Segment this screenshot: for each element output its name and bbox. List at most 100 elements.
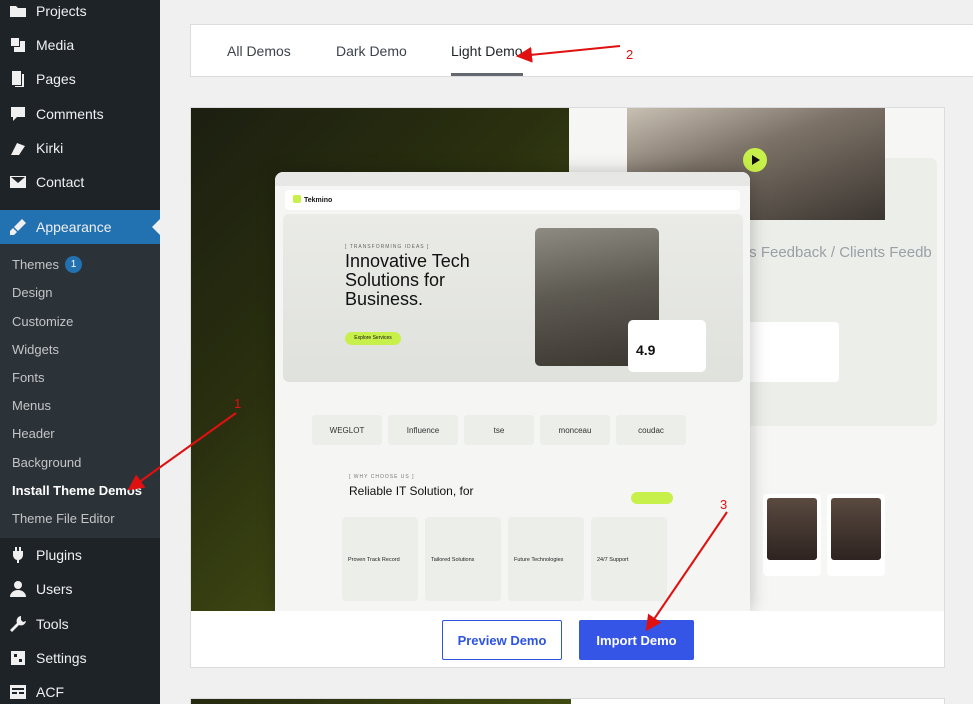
preview-section-eyebrow: [ WHY CHOOSE US ] xyxy=(349,474,415,480)
sidebar-item-label: ACF xyxy=(36,684,64,700)
submenu-item-label: Theme File Editor xyxy=(12,510,115,526)
demo-card-next xyxy=(190,698,945,704)
preview-hero-title: Innovative Tech Solutions for Business. xyxy=(345,251,470,309)
preview-section-title: Reliable IT Solution, for xyxy=(349,484,474,498)
preview-rating-card: 4.9 xyxy=(628,320,706,372)
preview-hero: [ TRANSFORMING IDEAS ] Innovative Tech S… xyxy=(283,214,743,382)
appearance-submenu: Themes 1 Design Customize Widgets Fonts … xyxy=(0,244,160,538)
preview-website-mockup: Tekmino [ TRANSFORMING IDEAS ] Innovativ… xyxy=(275,172,750,611)
app-root: Projects Media Pages Comments Kirki Cont… xyxy=(0,0,973,704)
submenu-item-fonts[interactable]: Fonts xyxy=(12,365,45,389)
demo-preview-thumbnail[interactable]: ts Feedback / Clients Feedb Tekmino [ TR… xyxy=(191,108,944,611)
submenu-item-label: Themes xyxy=(12,256,59,272)
settings-icon xyxy=(0,648,36,668)
annotation-number-2: 2 xyxy=(626,47,634,62)
tab-label: Light Demo xyxy=(451,42,523,59)
preview-feature-title: 24/7 Support xyxy=(597,557,629,563)
tab-dark-demo[interactable]: Dark Demo xyxy=(336,25,407,76)
preview-partner-logos: WEGLOT Influence tse monceau coudac xyxy=(275,415,750,447)
plugins-icon xyxy=(0,545,36,565)
tab-label: All Demos xyxy=(227,42,291,59)
sidebar-item-label: Media xyxy=(36,37,75,53)
submenu-item-label: Design xyxy=(12,284,53,300)
acf-icon xyxy=(0,682,36,702)
annotation-number-3: 3 xyxy=(720,497,728,512)
submenu-item-themes[interactable]: Themes 1 xyxy=(12,252,82,276)
submenu-item-label: Customize xyxy=(12,313,74,329)
preview-team-card xyxy=(763,494,821,576)
preview-feature-title: Future Technologies xyxy=(514,557,564,563)
preview-feature-card: Proven Track Record xyxy=(342,517,418,601)
preview-team-card xyxy=(827,494,885,576)
sidebar-item-label: Projects xyxy=(36,3,87,19)
submenu-item-customize[interactable]: Customize xyxy=(12,309,73,333)
preview-rating-value: 4.9 xyxy=(636,342,656,358)
demo-card-next-thumbnail[interactable] xyxy=(191,699,571,704)
preview-partner-logo: coudac xyxy=(616,415,686,445)
preview-feature-card: 24/7 Support xyxy=(591,517,667,601)
sidebar-item-users[interactable]: Users xyxy=(0,572,160,606)
folder-icon xyxy=(0,1,36,21)
pages-icon xyxy=(0,69,36,89)
demo-card: ts Feedback / Clients Feedb Tekmino [ TR… xyxy=(190,107,945,668)
sidebar-item-label: Tools xyxy=(36,616,69,632)
preview-feature-title: Tailored Solutions xyxy=(431,557,475,563)
submenu-item-label: Fonts xyxy=(12,369,45,385)
sidebar-item-contact[interactable]: Contact xyxy=(0,165,160,199)
preview-feature-card: Tailored Solutions xyxy=(425,517,501,601)
sidebar-item-label: Users xyxy=(36,581,73,597)
preview-brand-logo: Tekmino xyxy=(293,195,332,204)
sidebar-item-appearance[interactable]: Appearance xyxy=(0,210,160,244)
preview-partner-logo: WEGLOT xyxy=(312,415,382,445)
preview-partner-logo: monceau xyxy=(540,415,610,445)
preview-team-member-photo xyxy=(767,498,817,560)
sidebar-item-plugins[interactable]: Plugins xyxy=(0,538,160,572)
submenu-item-theme-file-editor[interactable]: Theme File Editor xyxy=(12,506,115,530)
preview-learn-more-button xyxy=(631,492,673,504)
submenu-item-background[interactable]: Background xyxy=(12,450,81,474)
submenu-item-install-theme-demos[interactable]: Install Theme Demos xyxy=(12,478,142,502)
tab-all-demos[interactable]: All Demos xyxy=(227,25,291,76)
submenu-item-design[interactable]: Design xyxy=(12,280,52,304)
sidebar-item-projects[interactable]: Projects xyxy=(0,0,160,28)
sidebar-item-label: Contact xyxy=(36,174,85,190)
annotation-number-1: 1 xyxy=(234,396,242,411)
media-icon xyxy=(0,35,36,55)
sidebar-item-media[interactable]: Media xyxy=(0,28,160,62)
sidebar-item-acf[interactable]: ACF xyxy=(0,675,160,704)
submenu-item-label: Install Theme Demos xyxy=(12,482,143,498)
play-icon xyxy=(743,148,767,172)
submenu-item-label: Widgets xyxy=(12,341,59,357)
preview-partner-logo: Influence xyxy=(388,415,458,445)
sidebar-item-pages[interactable]: Pages xyxy=(0,62,160,96)
sidebar-item-label: Comments xyxy=(36,106,104,122)
paintbrush-icon xyxy=(0,217,36,237)
mail-icon xyxy=(0,172,36,192)
preview-topbar xyxy=(275,172,750,186)
sidebar-item-label: Kirki xyxy=(36,140,64,156)
submenu-item-label: Background xyxy=(12,454,82,470)
sidebar-item-kirki[interactable]: Kirki xyxy=(0,131,160,165)
sidebar-item-label: Plugins xyxy=(36,547,82,563)
update-count-badge: 1 xyxy=(64,255,82,273)
comments-icon xyxy=(0,104,36,124)
preview-partner-logo: tse xyxy=(464,415,534,445)
tab-label: Dark Demo xyxy=(336,42,407,59)
submenu-item-header[interactable]: Header xyxy=(12,421,55,445)
preview-hero-eyebrow: [ TRANSFORMING IDEAS ] xyxy=(345,244,430,250)
preview-navbar: Tekmino xyxy=(285,190,740,210)
import-demo-button[interactable]: Import Demo xyxy=(579,620,694,660)
submenu-item-label: Header xyxy=(12,425,55,441)
sidebar-item-tools[interactable]: Tools xyxy=(0,607,160,641)
demo-filter-tabs: All Demos Dark Demo Light Demo xyxy=(190,24,973,77)
preview-demo-button[interactable]: Preview Demo xyxy=(442,620,562,660)
kirki-icon xyxy=(0,138,36,158)
submenu-item-widgets[interactable]: Widgets xyxy=(12,337,59,361)
demo-card-actions: Preview Demo Import Demo xyxy=(191,611,944,667)
sidebar-item-settings[interactable]: Settings xyxy=(0,641,160,675)
submenu-item-menus[interactable]: Menus xyxy=(12,393,51,417)
preview-team-member-photo xyxy=(831,498,881,560)
sidebar-item-comments[interactable]: Comments xyxy=(0,97,160,131)
sidebar-item-label: Appearance xyxy=(36,219,112,235)
tab-light-demo[interactable]: Light Demo xyxy=(451,25,523,76)
